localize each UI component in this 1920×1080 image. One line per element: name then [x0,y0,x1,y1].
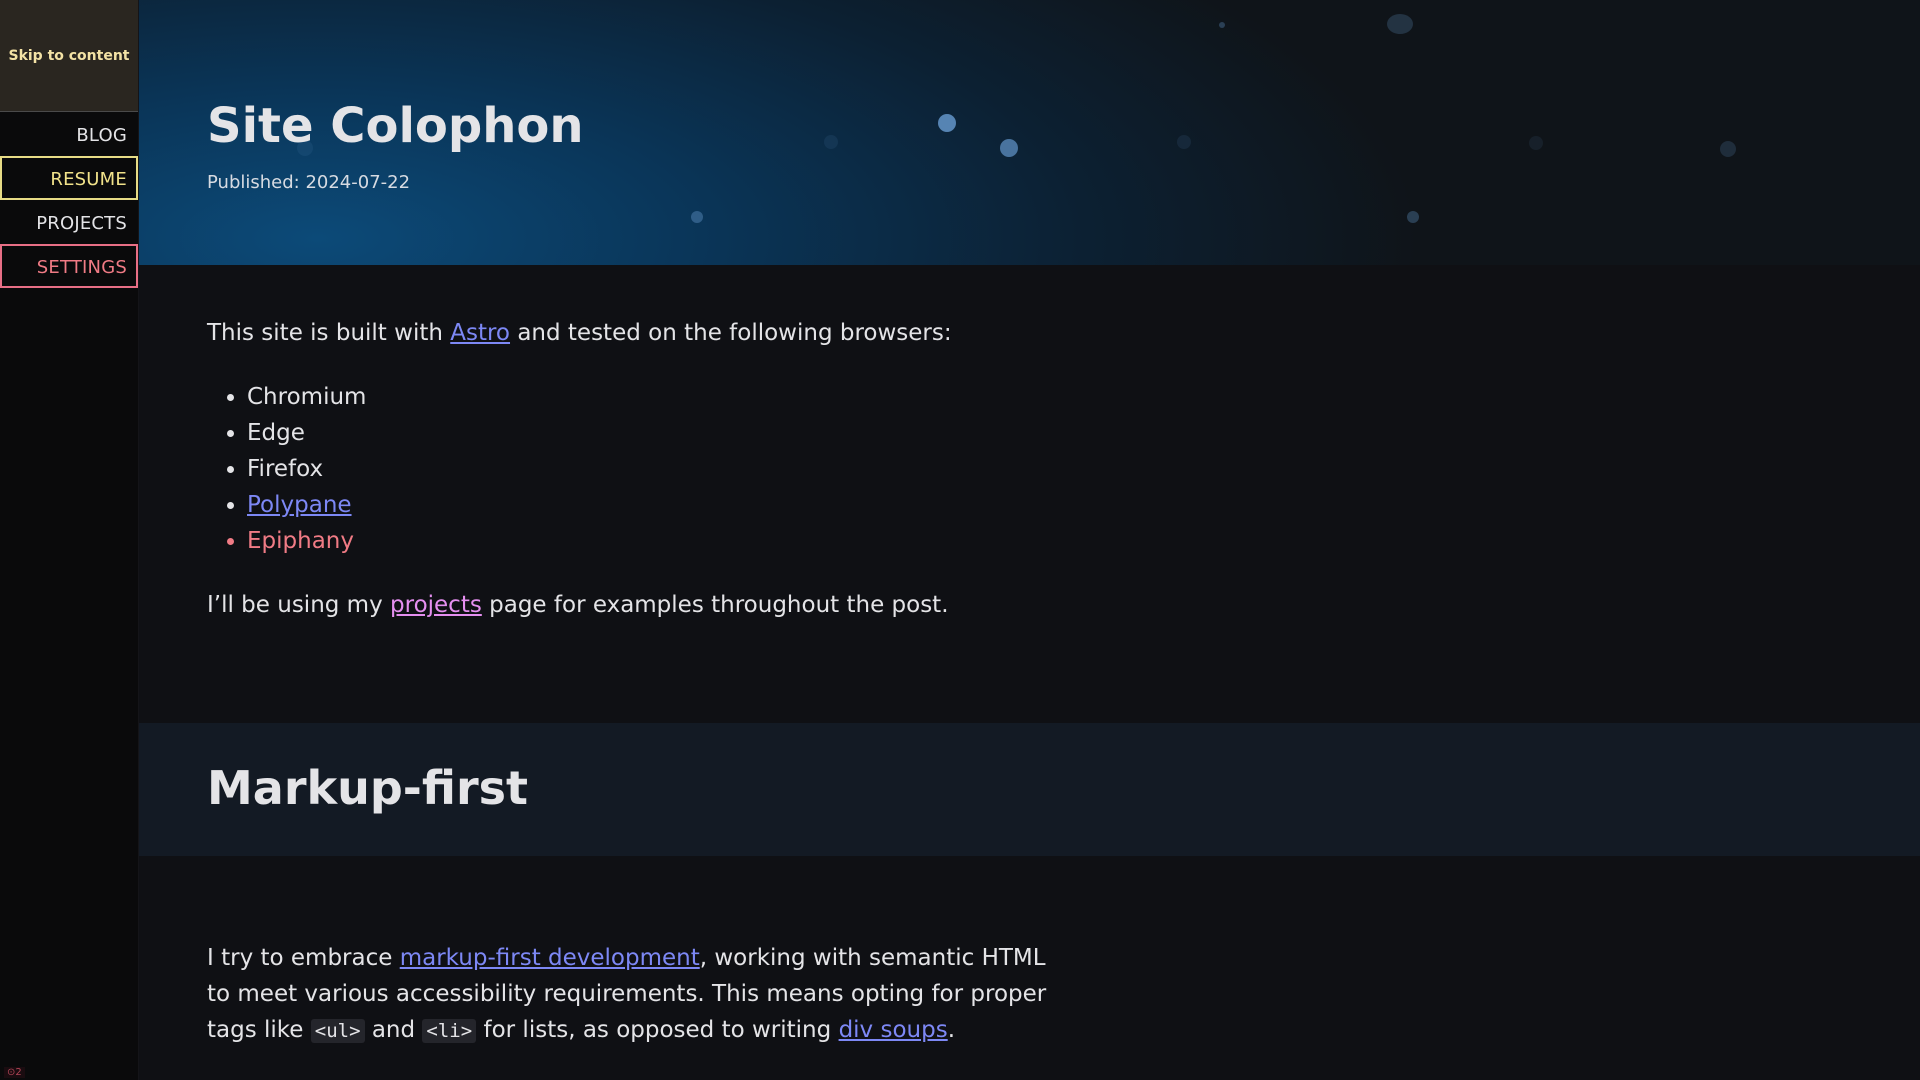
section-header: Markup-first [139,723,1920,856]
main-nav: BLOG RESUME PROJECTS SETTINGS [0,112,138,288]
polypane-link[interactable]: Polypane [247,492,352,518]
markup-text-3: and [364,1017,423,1043]
decorative-dot [1177,135,1191,149]
browser-list: Chromium Edge Firefox Polypane Epiphany [207,379,1920,559]
markup-text-1: I try to embrace [207,945,400,971]
intro-paragraph: This site is built with Astro and tested… [207,315,1920,351]
markup-first-link[interactable]: markup-first development [400,945,700,971]
list-item-chromium: Chromium [247,379,1920,415]
astro-link[interactable]: Astro [450,320,510,346]
code-ul: <ul> [310,1019,365,1043]
projects-text: I’ll be using my [207,592,391,618]
decorative-dot [691,211,703,223]
projects-paragraph: I’ll be using my projects page for examp… [207,587,1920,623]
intro-text-after: and tested on the following browsers: [510,320,952,346]
published-date: Published: 2024-07-22 [207,172,411,193]
error-count-badge[interactable]: ⊙2 [4,1067,25,1078]
decorative-dot [1720,141,1736,157]
list-item-firefox: Firefox [247,451,1920,487]
decorative-dot [1387,14,1413,34]
decorative-dot [1529,136,1543,150]
intro-text: This site is built with [207,320,451,346]
list-item-edge: Edge [247,415,1920,451]
section-heading: Markup-first [207,761,529,815]
markup-text-4: for lists, as opposed to writing [476,1017,839,1043]
article-body: This site is built with Astro and tested… [139,265,1920,623]
decorative-dot [938,114,956,132]
list-item-epiphany: Epiphany [247,523,1920,559]
div-soups-link[interactable]: div soups [839,1017,948,1043]
projects-link[interactable]: projects [390,592,482,618]
main-content: Site Colophon Published: 2024-07-22 This… [139,0,1920,1080]
decorative-dot [1000,139,1018,157]
nav-projects[interactable]: PROJECTS [0,200,138,244]
list-item-polypane: Polypane [247,487,1920,523]
decorative-dot [824,135,838,149]
projects-text-after: page for examples throughout the post. [481,592,949,618]
page-hero: Site Colophon Published: 2024-07-22 [139,0,1920,265]
page-title: Site Colophon [207,98,584,154]
code-li: <li> [422,1019,477,1043]
nav-resume[interactable]: RESUME [0,156,138,200]
decorative-dot [1407,211,1419,223]
sidebar: Skip to content BLOG RESUME PROJECTS SET… [0,0,139,1080]
markup-paragraph: I try to embrace markup-first developmen… [207,940,1067,1049]
decorative-dot [1219,22,1225,28]
markup-text-5: . [947,1017,956,1043]
nav-settings[interactable]: SETTINGS [0,244,138,288]
nav-blog[interactable]: BLOG [0,112,138,156]
skip-to-content-link[interactable]: Skip to content [0,0,138,112]
